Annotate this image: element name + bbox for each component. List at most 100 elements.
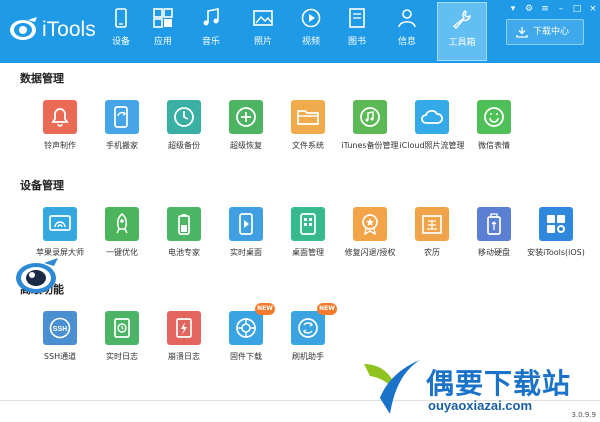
tool-smile[interactable]: 微信表情 bbox=[459, 100, 529, 166]
nav-apps[interactable]: 应用 bbox=[142, 4, 184, 56]
itools-overlay-logo-icon bbox=[16, 258, 58, 293]
app-logo: iTools bbox=[8, 14, 108, 50]
tool-battery[interactable]: 电池专家 bbox=[149, 207, 219, 273]
tool-firmware[interactable]: 固件下载 NEW bbox=[211, 303, 281, 377]
tool-ssh[interactable]: SSH SSH通道 bbox=[25, 311, 95, 377]
svg-text:SSH: SSH bbox=[53, 326, 67, 333]
screen-cast-icon bbox=[49, 215, 71, 231]
tool-icon-tile bbox=[105, 100, 139, 134]
nav-music[interactable]: 音乐 bbox=[190, 4, 232, 56]
calendar-icon bbox=[422, 215, 442, 234]
tool-flash[interactable]: 刷机助手 NEW bbox=[273, 303, 343, 377]
log-icon bbox=[114, 318, 130, 338]
person-icon bbox=[398, 9, 416, 28]
new-badge: NEW bbox=[317, 303, 337, 315]
tool-folder[interactable]: 文件系统 bbox=[273, 100, 343, 166]
tool-phone-transfer[interactable]: 手机搬家 bbox=[87, 100, 157, 166]
tool-icon-tile bbox=[167, 311, 201, 345]
close-icon[interactable]: × bbox=[588, 4, 598, 14]
tool-rocket[interactable]: 一键优化 bbox=[87, 207, 157, 273]
nav-person[interactable]: 信息 bbox=[386, 4, 428, 56]
tool-badge[interactable]: 修复闪退/授权 bbox=[335, 207, 405, 273]
backup-clock-icon bbox=[174, 107, 194, 127]
tool-icon-tile bbox=[353, 207, 387, 241]
tool-icon-tile bbox=[415, 207, 449, 241]
settings-icon[interactable]: ⚙ bbox=[524, 4, 534, 14]
tool-icon-tile bbox=[353, 100, 387, 134]
tool-icon-tile bbox=[43, 207, 77, 241]
bell-icon bbox=[51, 108, 69, 127]
maximize-icon[interactable]: □ bbox=[572, 4, 582, 14]
nav-book[interactable]: 图书 bbox=[336, 4, 378, 56]
nav-label: 照片 bbox=[253, 37, 272, 47]
tool-icon-tile bbox=[167, 100, 201, 134]
shirt-icon[interactable]: ▾ bbox=[508, 4, 518, 14]
tool-backup-clock[interactable]: 超级备份 bbox=[149, 100, 219, 166]
usb-drive-icon bbox=[487, 213, 501, 235]
rocket-icon bbox=[116, 212, 128, 234]
section-title: 数据管理 bbox=[20, 72, 64, 85]
music-icon bbox=[203, 8, 219, 26]
tool-icon-tile bbox=[291, 100, 325, 134]
tool-bell[interactable]: 铃声制作 bbox=[25, 100, 95, 166]
download-center-button[interactable]: 下载中心 bbox=[506, 19, 584, 45]
tool-grid[interactable]: 桌面管理 bbox=[273, 207, 343, 273]
section-title: 设备管理 bbox=[20, 179, 64, 192]
tool-calendar[interactable]: 农历 bbox=[397, 207, 467, 273]
nav-wrench[interactable]: 工具箱 bbox=[437, 2, 487, 61]
tool-install-itools[interactable]: 安装iTools(iOS) bbox=[521, 207, 591, 273]
tool-icon-tile bbox=[105, 207, 139, 241]
phone-transfer-icon bbox=[114, 106, 128, 128]
apps-icon bbox=[153, 8, 173, 28]
tool-usb-drive[interactable]: 移动硬盘 bbox=[459, 207, 529, 273]
book-icon bbox=[349, 8, 365, 28]
watermark: 偶要下载站 ouyaoxiazai.com bbox=[360, 358, 600, 422]
itools-logo-icon bbox=[10, 17, 37, 40]
nav-label: 图书 bbox=[347, 37, 366, 47]
badge-icon bbox=[362, 214, 378, 236]
download-center-label: 下载中心 bbox=[533, 27, 570, 37]
tool-restore[interactable]: 超级恢复 bbox=[211, 100, 281, 166]
battery-icon bbox=[178, 214, 190, 235]
minimize-icon[interactable]: – bbox=[556, 4, 566, 14]
download-icon bbox=[516, 27, 528, 38]
smile-icon bbox=[484, 107, 504, 127]
menu-icon[interactable]: ≡ bbox=[540, 4, 550, 14]
tool-cloud[interactable]: iCloud照片流管理 bbox=[397, 100, 467, 166]
grid-icon bbox=[300, 213, 316, 235]
cloud-icon bbox=[421, 109, 443, 124]
tool-label: 微信表情 bbox=[478, 141, 510, 150]
top-toolbar: iTools 设备 应用 音乐 照片 视频 图书 信息 工具箱 ▾ ⚙ ≡ – □ × 下载中… bbox=[0, 0, 600, 63]
tool-icon-tile: SSH bbox=[43, 311, 77, 345]
version-label: 3.0.9.9 bbox=[571, 411, 597, 419]
new-badge: NEW bbox=[255, 303, 275, 315]
nav-label: 信息 bbox=[397, 37, 416, 47]
nav-photo[interactable]: 照片 bbox=[242, 4, 284, 56]
tool-icon-tile bbox=[477, 100, 511, 134]
tool-log[interactable]: 实时日志 bbox=[87, 311, 157, 377]
nav-phone[interactable]: 设备 bbox=[100, 4, 142, 56]
tool-label: 刷机助手 bbox=[292, 352, 324, 361]
firmware-icon bbox=[236, 318, 256, 338]
nav-label: 设备 bbox=[111, 37, 130, 47]
watermark-logo-icon bbox=[364, 360, 420, 414]
tool-itunes[interactable]: iTunes备份管理 bbox=[335, 100, 405, 166]
photo-icon bbox=[253, 10, 273, 26]
nav-label: 视频 bbox=[301, 37, 320, 47]
tool-live-desktop[interactable]: 实时桌面 bbox=[211, 207, 281, 273]
tool-crash-log[interactable]: 崩溃日志 bbox=[149, 311, 219, 377]
tool-icon-tile bbox=[291, 311, 325, 345]
video-icon bbox=[301, 8, 321, 28]
tool-icon-tile bbox=[105, 311, 139, 345]
tool-icon-tile bbox=[477, 207, 511, 241]
watermark-url: ouyaoxiazai.com bbox=[428, 398, 533, 413]
tool-icon-tile bbox=[229, 311, 263, 345]
itunes-icon bbox=[360, 107, 380, 127]
phone-icon bbox=[115, 8, 127, 28]
nav-video[interactable]: 视频 bbox=[290, 4, 332, 56]
folder-icon bbox=[297, 110, 319, 125]
tool-icon-tile bbox=[43, 100, 77, 134]
nav-label: 工具箱 bbox=[448, 38, 476, 48]
flash-icon bbox=[298, 318, 318, 338]
tool-icon-tile bbox=[229, 100, 263, 134]
